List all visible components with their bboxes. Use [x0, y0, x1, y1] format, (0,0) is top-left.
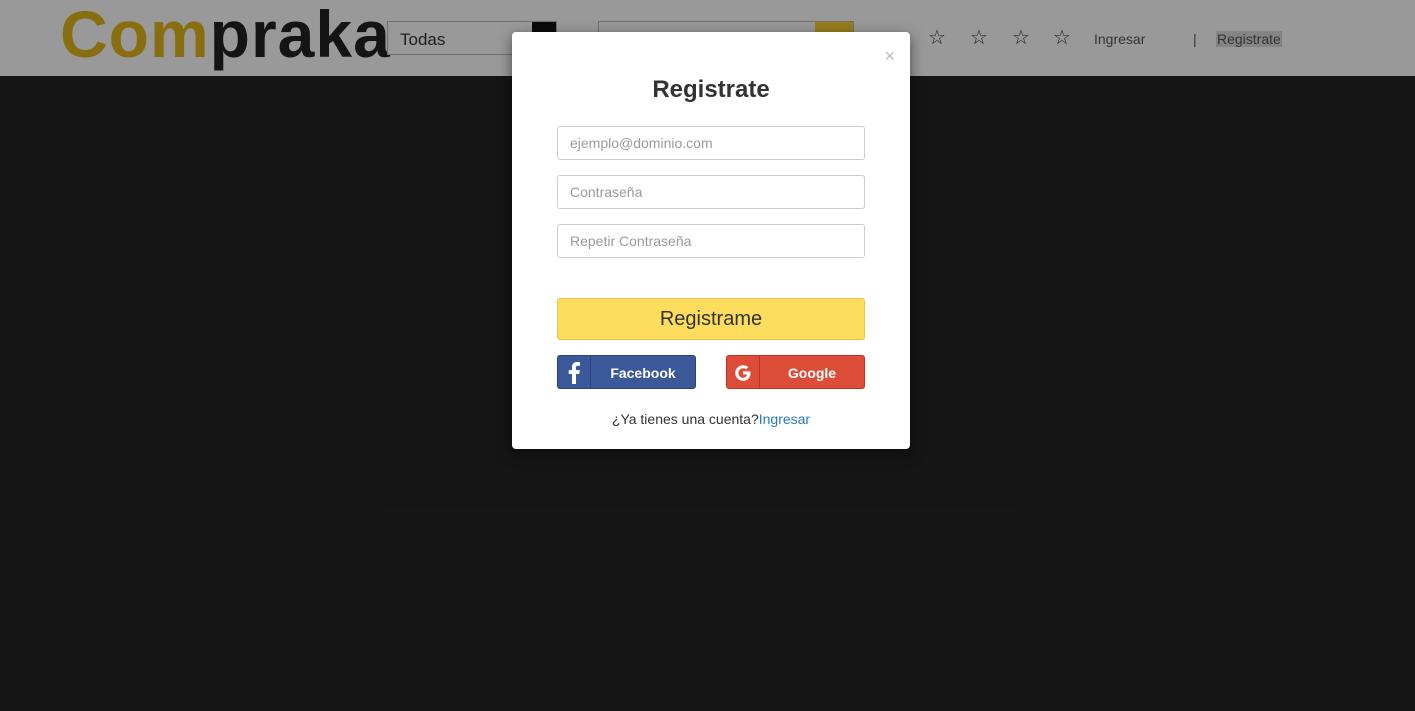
- repeat-password-field[interactable]: [557, 224, 865, 258]
- google-icon: [727, 356, 760, 388]
- modal-title: Registrate: [652, 76, 770, 103]
- login-link[interactable]: Ingresar: [759, 411, 810, 427]
- google-button-label: Google: [787, 365, 837, 381]
- password-field[interactable]: [557, 175, 865, 209]
- email-field[interactable]: [557, 126, 865, 160]
- facebook-button-label: Facebook: [610, 365, 676, 381]
- facebook-login-button[interactable]: Facebook: [557, 355, 696, 389]
- have-account-text: ¿Ya tienes una cuenta?: [611, 411, 759, 427]
- have-account-line: ¿Ya tienes una cuenta?Ingresar: [512, 411, 910, 427]
- register-submit-button[interactable]: Registrame: [557, 298, 865, 340]
- register-modal: × Registrate Registrame Facebook Google …: [512, 32, 910, 449]
- facebook-icon: [558, 356, 591, 388]
- close-icon[interactable]: ×: [884, 46, 895, 66]
- google-login-button[interactable]: Google: [726, 355, 865, 389]
